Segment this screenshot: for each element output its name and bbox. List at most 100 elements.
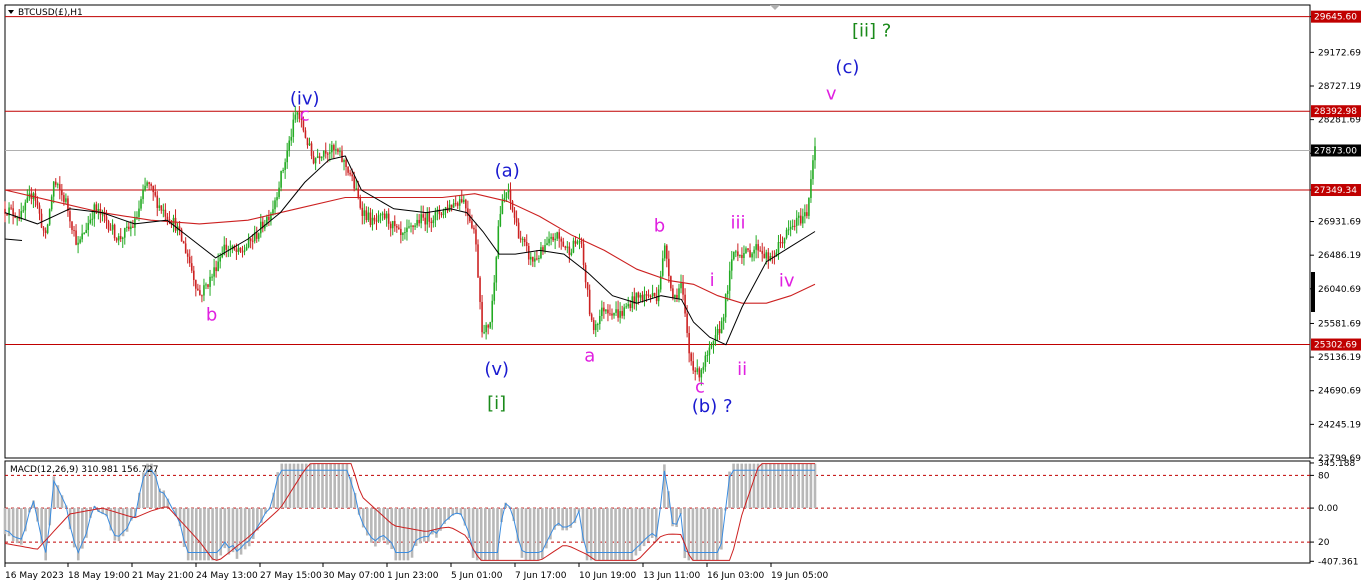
candle-body [274, 200, 276, 210]
candle-body [574, 240, 577, 244]
candle-body [647, 294, 650, 297]
candle-body [63, 195, 65, 202]
candle-body [329, 152, 331, 154]
candle-body [668, 258, 670, 277]
chart-canvas: (iv)cb(a)(v)[i]bac(b) ?iiiiiiivv(c)[ii] … [3, 4, 1361, 581]
candle-body [333, 145, 335, 150]
price-tags: 29645.60 28392.98 27349.34 25302.69 27873.00 [1311, 10, 1361, 351]
candle-body [152, 185, 154, 193]
candle-body [686, 313, 688, 333]
candle-body [599, 315, 601, 325]
candle-body [605, 309, 607, 312]
candle-body [568, 246, 571, 255]
time-tick-label: 5 Jun 01:00 [451, 571, 503, 581]
candle-body [623, 307, 625, 316]
candle-body [625, 306, 628, 308]
candle-body [107, 221, 110, 230]
wave-annotations: (iv)cb(a)(v)[i]bac(b) ?iiiiiiivv(c)[ii] … [206, 21, 892, 417]
candle-body [454, 203, 457, 205]
candle-body [26, 197, 29, 203]
candle-body [611, 313, 613, 316]
macd-indicator [3, 463, 1310, 561]
candle-body [381, 213, 384, 215]
candle-body [426, 212, 429, 225]
candle-body [812, 160, 814, 180]
candle-body [128, 226, 130, 230]
candle-body [704, 355, 707, 367]
candle-body [493, 282, 496, 301]
candle-body [708, 347, 711, 355]
candle-body [209, 276, 211, 287]
current-price-label: 27873.00 [1314, 146, 1357, 156]
candle-body [735, 251, 737, 253]
candle-body [201, 295, 203, 297]
candle-body [146, 182, 148, 186]
macd-tick-label: 0.00 [1318, 504, 1338, 514]
candle-body [781, 242, 784, 244]
candle-body [491, 300, 494, 323]
price-scale-thumb[interactable] [1311, 272, 1315, 312]
candle-body [495, 257, 498, 283]
candle-body [534, 258, 536, 262]
candle-body [306, 137, 309, 146]
candle-body [284, 162, 286, 170]
candle-body [777, 242, 780, 253]
candle-body [408, 226, 410, 228]
candle-body [509, 189, 512, 202]
candle-body [182, 241, 185, 244]
candle-body [207, 284, 209, 287]
candle-body [452, 203, 455, 208]
scroll-marker-icon[interactable] [770, 5, 780, 10]
candle-body [661, 258, 664, 276]
price-tick-label: 26486.19 [1318, 251, 1361, 261]
candle-body [810, 179, 812, 198]
candle-body [757, 244, 759, 251]
candle-body [678, 288, 680, 299]
candle-body [268, 216, 270, 220]
candle-body [294, 114, 297, 120]
dropdown-triangle-icon[interactable] [8, 10, 14, 14]
candle-body [759, 250, 761, 252]
candle-body [132, 226, 134, 228]
candle-body [570, 252, 573, 255]
candle-body [741, 255, 743, 259]
candle-body [629, 304, 632, 309]
time-tick-label: 19 Jun 05:00 [771, 571, 828, 581]
candle-body [391, 221, 394, 229]
wave-label: i [710, 270, 715, 291]
candle-body [241, 251, 244, 253]
candle-body [430, 221, 433, 224]
candle-body [767, 252, 770, 261]
candle-body [322, 150, 325, 157]
candle-body [651, 292, 654, 297]
candle-body [720, 321, 723, 334]
candle-body [213, 267, 215, 277]
candle-body [511, 201, 514, 211]
candle-body [162, 209, 165, 211]
time-tick-label: 30 May 07:00 [323, 571, 385, 581]
candle-body [166, 216, 169, 219]
candle-body [337, 149, 339, 152]
candle-body [190, 263, 193, 271]
candle-body [197, 288, 199, 291]
candle-body [312, 155, 315, 164]
time-tick-label: 1 Jun 23:00 [387, 571, 439, 581]
candle-body [747, 248, 749, 251]
candle-body [119, 236, 122, 239]
candle-body [140, 199, 142, 209]
candle-body [38, 205, 41, 214]
candle-body [75, 230, 77, 245]
level-tag-label: 28392.98 [1314, 107, 1357, 117]
candle-body [314, 158, 317, 164]
candle-body [424, 217, 427, 225]
candle-body [156, 195, 159, 208]
level-tag-label: 29645.60 [1314, 13, 1357, 23]
candle-body [722, 317, 725, 322]
time-tick-label: 27 May 15:00 [260, 571, 322, 581]
candle-body [473, 227, 475, 230]
candle-body [192, 270, 195, 280]
price-tick-label: 24245.19 [1318, 420, 1361, 430]
candle-body [672, 288, 674, 298]
candle-body [351, 174, 353, 177]
candle-body [527, 245, 530, 260]
